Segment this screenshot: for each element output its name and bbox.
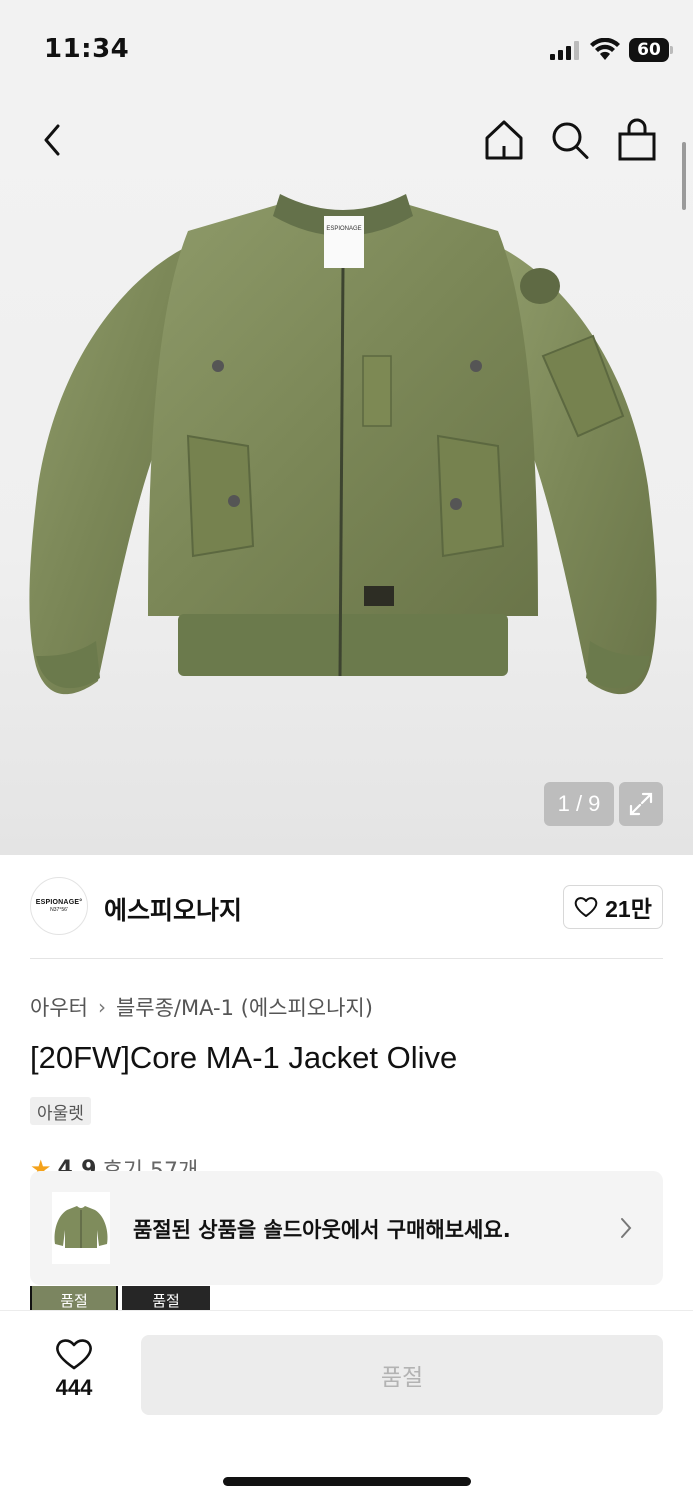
wishlist-count: 444 — [55, 1375, 93, 1400]
breadcrumb: 아우터 › 블루종/MA-1 (에스피오나지) — [30, 992, 373, 1022]
outlet-badge: 아울렛 — [30, 1097, 91, 1125]
search-icon — [552, 122, 589, 159]
brand-logo-line2: N37°56' — [50, 907, 68, 913]
scroll-indicator[interactable] — [682, 142, 686, 210]
expand-icon — [629, 792, 653, 816]
search-button[interactable] — [550, 118, 590, 162]
soldout-purchase-button[interactable]: 품절 — [141, 1335, 663, 1415]
color-option-olive[interactable]: 품절 — [30, 1286, 118, 1312]
home-icon — [485, 120, 523, 160]
brand-logo[interactable]: ESPIONAGE° N37°56' — [30, 877, 88, 935]
status-bar: 11:34 60 — [0, 0, 693, 100]
back-button[interactable] — [36, 120, 70, 160]
banner-product-thumbnail — [52, 1192, 110, 1264]
bottom-action-bar: 444 품절 — [0, 1310, 693, 1500]
breadcrumb-subcategory[interactable]: 블루종/MA-1 (에스피오나지) — [116, 992, 373, 1022]
heart-icon — [56, 1339, 92, 1370]
home-button[interactable] — [484, 118, 524, 162]
product-gallery[interactable]: ESPIONAGE 1 / 9 — [0, 100, 693, 855]
color-option-black[interactable]: 품절 — [122, 1286, 210, 1312]
brand-logo-line1: ESPIONAGE° — [35, 899, 83, 906]
back-icon — [44, 124, 60, 156]
brand-row[interactable]: ESPIONAGE° N37°56' 에스피오나지 21만 — [30, 877, 663, 937]
status-time: 11:34 — [44, 34, 130, 64]
swatch-soldout-label: 품절 — [60, 1292, 88, 1310]
battery-icon: 60 — [629, 38, 673, 62]
product-image[interactable]: ESPIONAGE — [18, 186, 668, 786]
cart-button[interactable] — [616, 118, 658, 162]
cellular-signal-icon — [550, 41, 579, 60]
chevron-right-icon: › — [97, 995, 106, 1019]
expand-image-button[interactable] — [619, 782, 663, 826]
breadcrumb-category[interactable]: 아우터 — [30, 992, 88, 1022]
wifi-icon — [590, 38, 620, 60]
garment-label-text: ESPIONAGE — [326, 226, 361, 232]
brand-like-button[interactable]: 21만 — [563, 885, 663, 929]
image-counter: 1 / 9 — [544, 782, 614, 826]
heart-icon — [574, 897, 598, 917]
product-title: [20FW]Core MA-1 Jacket Olive — [30, 1040, 458, 1075]
swatch-soldout-label: 품절 — [152, 1292, 180, 1310]
brand-like-count: 21만 — [605, 896, 652, 922]
soldout-promo-banner[interactable]: 품절된 상품을 솔드아웃에서 구매해보세요. — [30, 1171, 663, 1285]
brand-name[interactable]: 에스피오나지 — [104, 891, 242, 927]
shopping-bag-icon — [618, 118, 656, 161]
battery-level: 60 — [637, 40, 661, 60]
banner-text: 품절된 상품을 솔드아웃에서 구매해보세요. — [133, 1218, 511, 1242]
wishlist-button[interactable]: 444 — [44, 1337, 104, 1407]
chevron-right-icon — [621, 1218, 632, 1238]
home-indicator[interactable] — [223, 1477, 471, 1486]
divider — [30, 958, 663, 959]
